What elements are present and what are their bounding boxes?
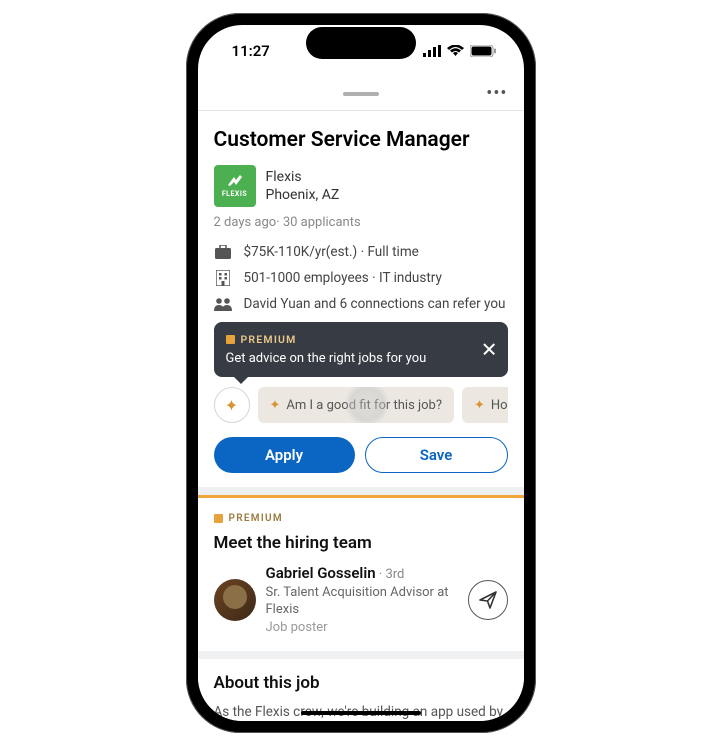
more-menu-icon[interactable]: •••	[486, 83, 507, 104]
ai-sparkle-button[interactable]: ✦	[214, 387, 250, 423]
briefcase-icon	[214, 245, 232, 259]
send-message-button[interactable]	[468, 580, 508, 620]
suggestion-chip-fit[interactable]: ✦ Am I a good fit for this job?	[258, 387, 454, 423]
section-divider	[198, 651, 524, 659]
screen: 11:27 ••• Customer Service Manager FLEXI…	[198, 25, 524, 721]
cellular-icon	[423, 45, 441, 57]
company-info: Flexis Phoenix, AZ	[266, 168, 340, 204]
logo-text: FLEXIS	[222, 190, 247, 198]
tooltip-text: Get advice on the right jobs for you	[226, 350, 472, 368]
applicant-count: 30 applicants	[283, 215, 361, 230]
phone-frame: 11:27 ••• Customer Service Manager FLEXI…	[186, 13, 536, 733]
company-row: FLEXIS Flexis Phoenix, AZ	[214, 165, 508, 207]
connections-text: David Yuan and 6 connections can refer y…	[244, 296, 506, 312]
action-buttons: Apply Save	[214, 437, 508, 473]
hirer-tag: Job poster	[266, 619, 458, 637]
content-area: Customer Service Manager FLEXIS Flexis P…	[198, 111, 524, 721]
salary-text: $75K-110K/yr(est.) · Full time	[244, 244, 419, 260]
salary-row: $75K-110K/yr(est.) · Full time	[214, 244, 508, 260]
suggestion-chips[interactable]: ✦ ✦ Am I a good fit for this job? ✦ How …	[214, 387, 508, 423]
hiring-team-section: PREMIUM Meet the hiring team Gabriel Gos…	[214, 498, 508, 636]
connections-row: David Yuan and 6 connections can refer y…	[214, 296, 508, 312]
premium-icon	[214, 514, 223, 523]
wifi-icon	[447, 45, 464, 57]
section-divider	[198, 487, 524, 495]
home-indicator[interactable]	[301, 711, 421, 715]
people-icon	[214, 297, 232, 311]
premium-icon	[226, 335, 235, 344]
posting-meta: 2 days ago· 30 applicants	[214, 215, 508, 230]
hirer-info: Gabriel Gosselin · 3rd Sr. Talent Acquis…	[266, 563, 458, 636]
close-icon[interactable]: ✕	[481, 336, 498, 363]
job-title: Customer Service Manager	[214, 127, 508, 153]
company-name[interactable]: Flexis	[266, 168, 340, 186]
apply-button[interactable]: Apply	[214, 437, 355, 473]
premium-tooltip: PREMIUM Get advice on the right jobs for…	[214, 322, 508, 377]
logo-mark-icon	[226, 174, 244, 188]
premium-badge: PREMIUM	[214, 513, 283, 524]
hirer-role: Sr. Talent Acquisition Advisor at Flexis	[266, 584, 458, 619]
sparkle-icon: ✦	[270, 398, 281, 413]
status-icons	[423, 45, 496, 57]
sparkle-icon: ✦	[474, 398, 485, 413]
building-icon	[214, 270, 232, 286]
chip-label: How can I b	[491, 398, 508, 413]
connection-degree: · 3rd	[379, 567, 405, 582]
clock: 11:27	[232, 42, 270, 60]
about-heading: About this job	[214, 673, 508, 693]
premium-label: PREMIUM	[229, 513, 283, 524]
suggestion-chip-how[interactable]: ✦ How can I b	[462, 387, 508, 423]
size-text: 501-1000 employees · IT industry	[244, 270, 442, 286]
drag-handle[interactable]	[343, 92, 379, 96]
hiring-heading: Meet the hiring team	[214, 533, 508, 553]
company-location: Phoenix, AZ	[266, 186, 340, 204]
avatar[interactable]	[214, 579, 256, 621]
sparkle-icon: ✦	[225, 396, 238, 415]
hirer-row[interactable]: Gabriel Gosselin · 3rd Sr. Talent Acquis…	[214, 563, 508, 636]
chip-label: Am I a good fit for this job?	[286, 398, 442, 413]
save-button[interactable]: Save	[365, 437, 508, 473]
paper-plane-icon	[479, 591, 497, 609]
premium-badge: PREMIUM	[226, 333, 297, 347]
bottom-sheet: ••• Customer Service Manager FLEXIS Flex…	[198, 77, 524, 721]
company-size-row: 501-1000 employees · IT industry	[214, 270, 508, 286]
company-logo[interactable]: FLEXIS	[214, 165, 256, 207]
hirer-name[interactable]: Gabriel Gosselin	[266, 564, 376, 582]
sheet-header: •••	[198, 77, 524, 111]
posted-time: 2 days ago	[214, 215, 277, 230]
premium-label: PREMIUM	[241, 333, 297, 347]
battery-icon	[470, 45, 496, 57]
dynamic-island	[306, 27, 416, 59]
